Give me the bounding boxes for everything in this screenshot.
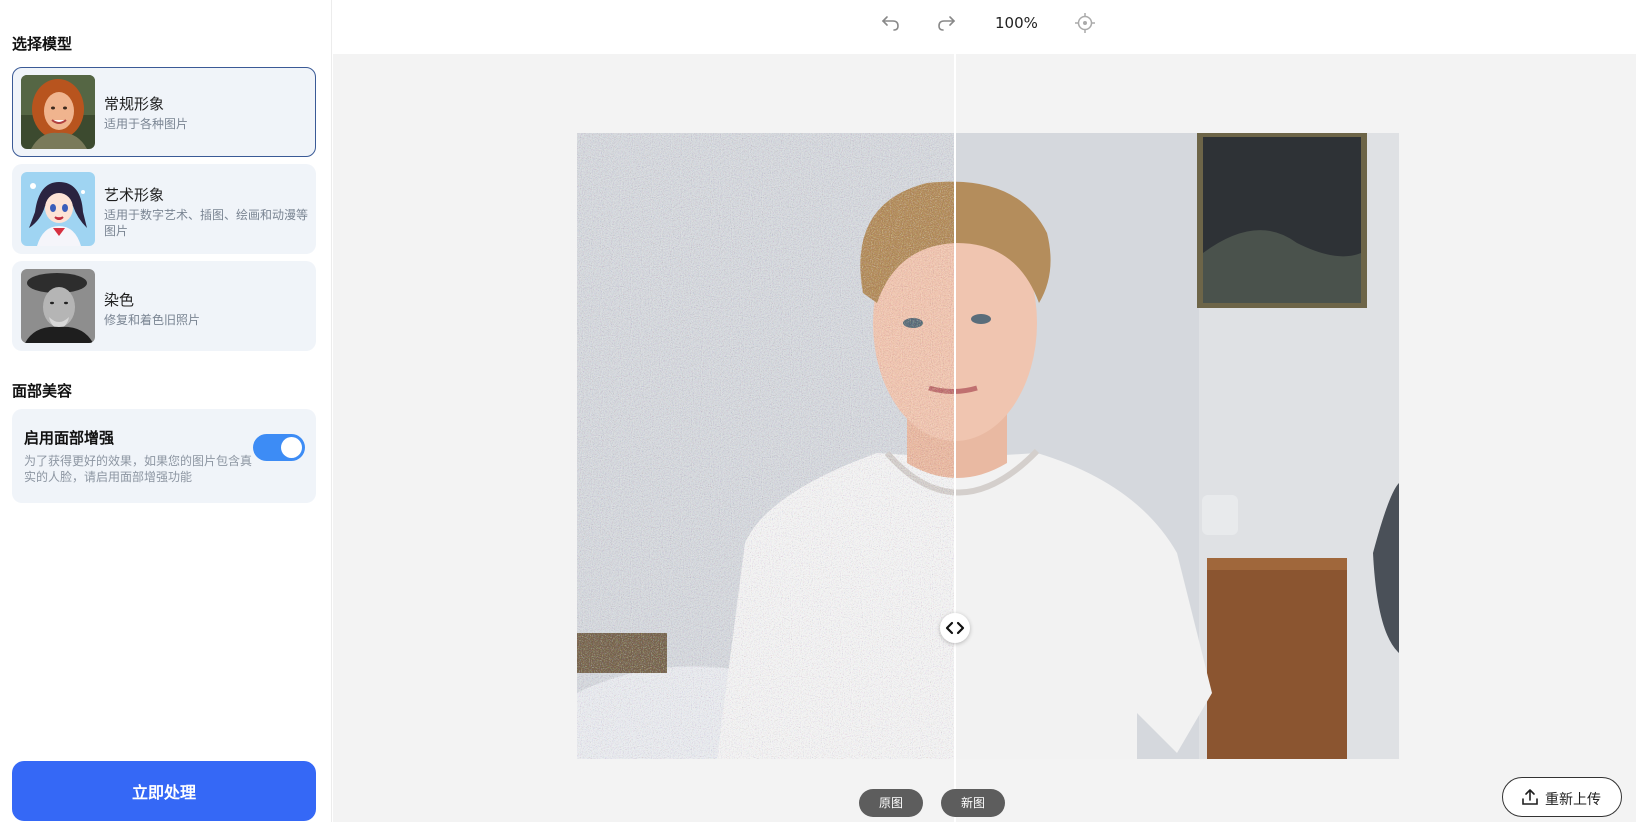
- original-label: 原图: [859, 789, 924, 817]
- zoom-level: 100%: [995, 14, 1038, 32]
- redo-icon[interactable]: [935, 12, 957, 34]
- left-right-arrows-icon[interactable]: [940, 613, 970, 643]
- compare-image[interactable]: [577, 133, 1399, 759]
- compare-divider[interactable]: [954, 54, 956, 822]
- upload-icon: [1521, 788, 1539, 810]
- toolbar: 100%: [333, 0, 1636, 54]
- model-card-regular[interactable]: 常规形象 适用于各种图片: [12, 67, 316, 157]
- model-description: 修复和着色旧照片: [104, 313, 201, 327]
- face-enhance-card: 启用面部增强 为了获得更好的效果，如果您的图片包含真实的人脸，请启用面部增强功能: [12, 409, 316, 503]
- face-enhance-title: 启用面部增强: [24, 429, 115, 447]
- model-card-colorize[interactable]: 染色 修复和着色旧照片: [12, 261, 316, 351]
- face-section-title: 面部美容: [12, 382, 73, 400]
- process-now-button[interactable]: 立即处理: [12, 761, 316, 821]
- model-name: 艺术形象: [104, 186, 165, 204]
- model-name: 常规形象: [104, 95, 165, 113]
- model-card-art[interactable]: 艺术形象 适用于数字艺术、插图、绘画和动漫等图片: [12, 164, 316, 254]
- face-enhance-description: 为了获得更好的效果，如果您的图片包含真实的人脸，请启用面部增强功能: [24, 454, 253, 484]
- model-description: 适用于数字艺术、插图、绘画和动漫等图片: [104, 208, 309, 238]
- crosshair-icon[interactable]: [1074, 12, 1096, 34]
- main-canvas-area: 100% 原图 新图 重新上传: [333, 0, 1636, 822]
- undo-icon[interactable]: [880, 12, 902, 34]
- red-haired-woman-portrait-thumbnail: [21, 75, 95, 149]
- model-description: 适用于各种图片: [104, 117, 189, 131]
- reupload-button[interactable]: 重新上传: [1502, 777, 1622, 817]
- model-name: 染色: [104, 291, 135, 309]
- toggle-knob: [281, 437, 302, 458]
- model-section-title: 选择模型: [12, 35, 73, 53]
- new-label: 新图: [941, 789, 1006, 817]
- sidebar: 选择模型 常规形象 适用于各种图片 艺术形象 适用于数字艺术、插图、绘画和动漫等…: [0, 0, 332, 822]
- reupload-label: 重新上传: [1545, 792, 1601, 808]
- face-enhance-toggle[interactable]: [253, 434, 305, 461]
- anime-girl-illustration-thumbnail: [21, 172, 95, 246]
- old-man-bw-portrait-thumbnail: [21, 269, 95, 343]
